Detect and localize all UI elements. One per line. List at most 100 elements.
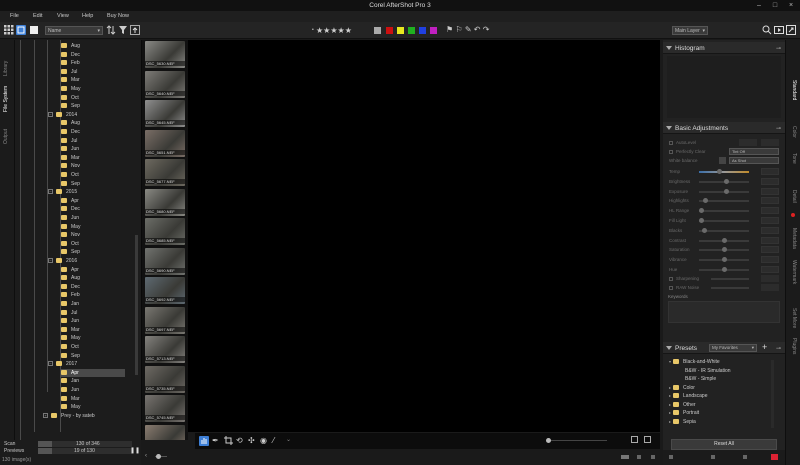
preset-item[interactable]: ▸ Sepia xyxy=(669,418,696,426)
color-label-swatch[interactable] xyxy=(386,27,393,34)
folder-tree-item[interactable]: − 2017 xyxy=(48,360,125,368)
folder-tree-item[interactable]: + Prey - by sateb xyxy=(43,412,125,420)
chevron-right-icon[interactable]: ▸ xyxy=(669,402,671,407)
folder-tree-item[interactable]: Feb xyxy=(61,291,125,299)
folder-tree-item[interactable]: Oct xyxy=(61,94,125,102)
white-balance-row[interactable]: White balance As Shot xyxy=(669,156,779,165)
checkbox[interactable] xyxy=(669,141,673,145)
keywords-field[interactable] xyxy=(668,301,780,323)
adjustment-slider[interactable] xyxy=(699,220,749,222)
perfectly-clear-row[interactable]: Perfectly Clear Tint Off xyxy=(669,147,779,156)
expand-toggle-icon[interactable]: − xyxy=(48,258,53,263)
folder-tree-item[interactable]: Mar xyxy=(61,76,125,84)
flag-icon[interactable]: ⚑ xyxy=(446,25,453,34)
autolevel-field[interactable] xyxy=(761,139,779,146)
grid-view-icon[interactable] xyxy=(4,25,14,35)
menu-edit[interactable]: Edit xyxy=(33,13,42,19)
sharpening-slider[interactable] xyxy=(711,278,749,280)
image-viewer[interactable] xyxy=(188,40,660,432)
folder-tree-item[interactable]: Jan xyxy=(61,300,125,308)
folder-tree-item[interactable]: Jan xyxy=(61,377,125,385)
perfectly-clear-select[interactable]: Tint Off xyxy=(729,148,779,155)
folder-tree-item[interactable]: Aug xyxy=(61,119,125,127)
menu-view[interactable]: View xyxy=(57,13,69,19)
preset-item[interactable]: ▸ Color xyxy=(669,384,695,392)
folder-tree-item[interactable]: May xyxy=(61,334,125,342)
slider-knob[interactable] xyxy=(721,267,727,272)
zoom-slider[interactable] xyxy=(549,440,607,441)
adjustment-value-field[interactable] xyxy=(761,197,779,205)
adjustment-row[interactable]: Fill Light xyxy=(669,216,779,225)
preset-item[interactable]: ▾ Black-and-White xyxy=(669,358,720,366)
single-view-icon[interactable] xyxy=(29,25,39,35)
folder-tree-item[interactable]: − 2016 xyxy=(48,257,125,265)
folder-tree-item[interactable]: Aug xyxy=(61,42,125,50)
raw-noise-row[interactable]: RAW Noise xyxy=(669,283,779,292)
pin-icon[interactable]: ⊸ xyxy=(776,345,781,352)
checkbox[interactable] xyxy=(669,277,673,281)
autolevel-row[interactable]: AutoLevel xyxy=(669,138,779,147)
color-label-swatch[interactable] xyxy=(397,27,404,34)
folder-tree-item[interactable]: Aug xyxy=(61,274,125,282)
redeye-icon[interactable]: ◉ xyxy=(260,436,267,445)
folder-tree-item[interactable]: − 2014 xyxy=(48,111,125,119)
right-tab[interactable]: Tone xyxy=(791,153,797,164)
expand-toggle-icon[interactable]: − xyxy=(48,111,53,117)
right-tab[interactable]: Set More xyxy=(791,308,797,328)
folder-tree-item[interactable]: May xyxy=(61,85,125,93)
folder-tree-item[interactable]: Dec xyxy=(61,205,125,213)
thumb-size-knob[interactable] xyxy=(156,454,161,459)
adjustment-value-field[interactable] xyxy=(761,266,779,273)
rating-stars[interactable]: • ★★★★★ xyxy=(312,26,352,35)
adjustment-row[interactable]: Hue xyxy=(669,265,779,274)
adjustment-slider[interactable] xyxy=(699,171,749,173)
expand-toggle-icon[interactable]: + xyxy=(43,412,48,418)
folder-tree-item[interactable]: Mar xyxy=(61,326,125,334)
right-tab[interactable]: Plugins xyxy=(791,338,797,354)
adjustment-row[interactable]: Temp xyxy=(669,167,779,176)
adjustment-row[interactable]: Contrast xyxy=(669,236,779,245)
adjustments-header[interactable]: Basic Adjustments ⊸ xyxy=(663,122,785,134)
chevron-right-icon[interactable]: ▸ xyxy=(669,419,671,424)
color-label-swatch[interactable] xyxy=(430,27,437,34)
star-icon[interactable]: ★ xyxy=(338,26,345,35)
histogram-header[interactable]: Histogram ⊸ xyxy=(663,42,785,54)
search-icon[interactable] xyxy=(762,25,772,35)
pin-icon[interactable]: ⊸ xyxy=(776,45,781,52)
color-label-swatch[interactable] xyxy=(419,27,426,34)
raw-noise-field[interactable] xyxy=(761,284,779,291)
folder-tree-item[interactable]: Sep xyxy=(61,248,125,256)
fit-icon[interactable] xyxy=(631,436,638,443)
chevron-right-icon[interactable]: ▸ xyxy=(669,410,671,415)
right-tab[interactable]: Metadata xyxy=(791,228,797,249)
folder-tree-item[interactable]: May xyxy=(61,223,125,231)
adjustment-value-field[interactable] xyxy=(761,177,779,185)
autolevel-field[interactable] xyxy=(739,139,757,146)
tab-library[interactable]: Library xyxy=(3,61,9,76)
presets-filter-select[interactable]: My Favorites ▾ xyxy=(709,344,757,352)
chevron-icon[interactable]: ‹ xyxy=(145,453,147,459)
slideshow-icon[interactable] xyxy=(774,25,784,35)
slider-knob[interactable] xyxy=(724,178,729,184)
folder-tree-item[interactable]: Oct xyxy=(61,343,125,351)
checkbox[interactable] xyxy=(669,150,673,154)
close-icon[interactable]: × xyxy=(784,1,798,10)
expand-toggle-icon[interactable]: − xyxy=(48,361,53,367)
eyedropper-icon[interactable]: ✒ xyxy=(212,436,219,445)
color-label-swatch[interactable] xyxy=(408,27,415,34)
tab-file-system[interactable]: File System xyxy=(3,86,9,112)
tree-scrollbar[interactable] xyxy=(134,40,139,440)
adjustment-row[interactable]: HL Range xyxy=(669,206,779,215)
slider-knob[interactable] xyxy=(721,237,727,243)
menu-file[interactable]: File xyxy=(10,13,19,19)
chevron-right-icon[interactable]: ▸ xyxy=(669,393,671,398)
alert-icon[interactable] xyxy=(771,454,778,460)
presets-header[interactable]: Presets My Favorites ▾ + ⊸ xyxy=(663,342,785,354)
folder-tree-item[interactable]: Nov xyxy=(61,231,125,239)
sort-order-icon[interactable] xyxy=(106,25,116,35)
layer-select[interactable]: Main Layer ▾ xyxy=(672,26,708,35)
adjustment-row[interactable]: Highlights xyxy=(669,196,779,205)
folder-tree-item[interactable]: Jul xyxy=(61,68,125,76)
sort-select[interactable]: Name ▾ xyxy=(45,26,103,35)
pause-icon[interactable]: ❚❚ xyxy=(130,447,140,454)
